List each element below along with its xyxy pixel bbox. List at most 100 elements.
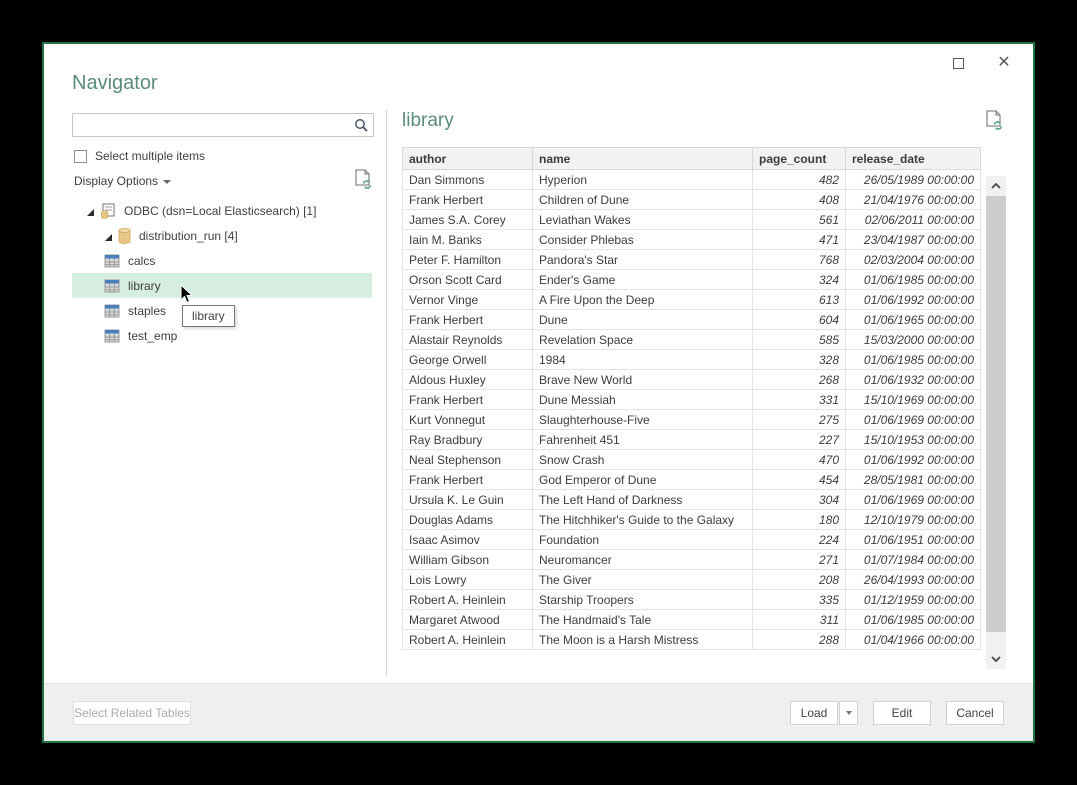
maximize-icon bbox=[953, 58, 964, 69]
table-cell-name: Revelation Space bbox=[533, 330, 753, 350]
table-cell-page_count: 311 bbox=[753, 610, 846, 630]
maximize-button[interactable] bbox=[945, 52, 971, 74]
cancel-button[interactable]: Cancel bbox=[946, 701, 1004, 725]
table-cell-page_count: 180 bbox=[753, 510, 846, 530]
table-cell-name: Consider Phlebas bbox=[533, 230, 753, 250]
navigator-dialog: ✕ Navigator Select multiple items Displa… bbox=[42, 42, 1035, 743]
table-cell-author: Frank Herbert bbox=[403, 190, 533, 210]
search-box bbox=[72, 113, 374, 137]
table-row: Douglas AdamsThe Hitchhiker's Guide to t… bbox=[403, 510, 981, 530]
edit-button[interactable]: Edit bbox=[873, 701, 931, 725]
table-cell-author: Peter F. Hamilton bbox=[403, 250, 533, 270]
table-cell-name: Snow Crash bbox=[533, 450, 753, 470]
table-row: Margaret AtwoodThe Handmaid's Tale31101/… bbox=[403, 610, 981, 630]
column-header-release-date: release_date bbox=[846, 148, 981, 170]
preview-table: author name page_count release_date Dan … bbox=[402, 147, 981, 650]
table-cell-page_count: 227 bbox=[753, 430, 846, 450]
table-cell-author: Ursula K. Le Guin bbox=[403, 490, 533, 510]
preview-table-body: Dan SimmonsHyperion48226/05/1989 00:00:0… bbox=[403, 170, 981, 650]
close-button[interactable]: ✕ bbox=[991, 52, 1017, 74]
table-cell-page_count: 470 bbox=[753, 450, 846, 470]
tree-node-table-calcs[interactable]: calcs bbox=[72, 248, 372, 273]
chevron-down-icon bbox=[163, 180, 171, 184]
load-button[interactable]: Load bbox=[790, 701, 838, 725]
odbc-source-icon bbox=[100, 203, 116, 219]
chevron-down-icon bbox=[846, 711, 852, 715]
table-cell-author: Lois Lowry bbox=[403, 570, 533, 590]
preview-scrollbar[interactable] bbox=[986, 176, 1006, 669]
table-cell-name: Dune bbox=[533, 310, 753, 330]
scroll-down-button[interactable] bbox=[986, 649, 1006, 669]
display-options-dropdown[interactable]: Display Options bbox=[74, 174, 171, 188]
table-cell-page_count: 482 bbox=[753, 170, 846, 190]
tree-node-distribution-run[interactable]: distribution_run [4] bbox=[72, 223, 372, 248]
table-cell-author: Alastair Reynolds bbox=[403, 330, 533, 350]
window-controls: ✕ bbox=[945, 52, 1017, 74]
table-cell-release_date: 15/10/1953 00:00:00 bbox=[846, 430, 981, 450]
table-row: Ray BradburyFahrenheit 45122715/10/1953 … bbox=[403, 430, 981, 450]
table-cell-page_count: 613 bbox=[753, 290, 846, 310]
tree-node-label: ODBC (dsn=Local Elasticsearch) [1] bbox=[124, 204, 316, 218]
table-row: Frank HerbertGod Emperor of Dune45428/05… bbox=[403, 470, 981, 490]
table-row: Neal StephensonSnow Crash47001/06/1992 0… bbox=[403, 450, 981, 470]
table-cell-release_date: 01/04/1966 00:00:00 bbox=[846, 630, 981, 650]
select-multiple-checkbox[interactable] bbox=[74, 150, 87, 163]
tree-node-label: calcs bbox=[128, 254, 155, 268]
footer-bar: Select Related Tables Load Edit Cancel bbox=[44, 683, 1033, 741]
table-cell-author: Frank Herbert bbox=[403, 390, 533, 410]
search-input[interactable] bbox=[73, 118, 349, 132]
table-row: George Orwell198432801/06/1985 00:00:00 bbox=[403, 350, 981, 370]
table-cell-name: Neuromancer bbox=[533, 550, 753, 570]
table-header-row: author name page_count release_date bbox=[403, 148, 981, 170]
table-cell-name: Children of Dune bbox=[533, 190, 753, 210]
select-related-tables-button[interactable]: Select Related Tables bbox=[73, 701, 191, 725]
table-cell-release_date: 26/05/1989 00:00:00 bbox=[846, 170, 981, 190]
select-multiple-row: Select multiple items bbox=[74, 149, 205, 163]
refresh-preview-icon[interactable] bbox=[986, 110, 1003, 136]
scroll-up-button[interactable] bbox=[986, 176, 1006, 196]
table-row: Robert A. HeinleinStarship Troopers33501… bbox=[403, 590, 981, 610]
table-cell-name: Foundation bbox=[533, 530, 753, 550]
refresh-preview-icon[interactable] bbox=[355, 169, 372, 195]
table-cell-author: Dan Simmons bbox=[403, 170, 533, 190]
tree-node-table-library[interactable]: library bbox=[72, 273, 372, 298]
scrollbar-thumb[interactable] bbox=[986, 196, 1006, 632]
table-cell-page_count: 585 bbox=[753, 330, 846, 350]
table-cell-name: The Handmaid's Tale bbox=[533, 610, 753, 630]
table-cell-release_date: 15/10/1969 00:00:00 bbox=[846, 390, 981, 410]
expander-expanded-icon[interactable] bbox=[86, 206, 95, 215]
preview-title: library bbox=[402, 110, 454, 132]
database-icon bbox=[118, 228, 131, 244]
table-cell-author: Robert A. Heinlein bbox=[403, 630, 533, 650]
table-cell-page_count: 324 bbox=[753, 270, 846, 290]
expander-expanded-icon[interactable] bbox=[104, 231, 113, 240]
table-icon bbox=[104, 279, 120, 293]
table-cell-author: Vernor Vinge bbox=[403, 290, 533, 310]
tree-node-odbc-source[interactable]: ODBC (dsn=Local Elasticsearch) [1] bbox=[72, 198, 372, 223]
table-cell-page_count: 288 bbox=[753, 630, 846, 650]
table-row: Orson Scott CardEnder's Game32401/06/198… bbox=[403, 270, 981, 290]
table-cell-author: James S.A. Corey bbox=[403, 210, 533, 230]
search-icon[interactable] bbox=[349, 118, 373, 132]
table-cell-author: Kurt Vonnegut bbox=[403, 410, 533, 430]
table-cell-author: Frank Herbert bbox=[403, 310, 533, 330]
table-cell-release_date: 01/06/1965 00:00:00 bbox=[846, 310, 981, 330]
table-row: Kurt VonnegutSlaughterhouse-Five27501/06… bbox=[403, 410, 981, 430]
table-cell-release_date: 23/04/1987 00:00:00 bbox=[846, 230, 981, 250]
table-cell-name: Leviathan Wakes bbox=[533, 210, 753, 230]
table-cell-page_count: 208 bbox=[753, 570, 846, 590]
table-cell-author: Iain M. Banks bbox=[403, 230, 533, 250]
chevron-up-icon bbox=[991, 183, 1001, 189]
tree-node-label: staples bbox=[128, 304, 166, 318]
table-row: Ursula K. Le GuinThe Left Hand of Darkne… bbox=[403, 490, 981, 510]
table-cell-release_date: 01/06/1985 00:00:00 bbox=[846, 350, 981, 370]
table-cell-release_date: 01/06/1951 00:00:00 bbox=[846, 530, 981, 550]
table-cell-name: 1984 bbox=[533, 350, 753, 370]
table-cell-release_date: 01/12/1959 00:00:00 bbox=[846, 590, 981, 610]
chevron-down-icon bbox=[991, 656, 1001, 662]
table-cell-page_count: 275 bbox=[753, 410, 846, 430]
table-cell-name: The Giver bbox=[533, 570, 753, 590]
table-cell-page_count: 454 bbox=[753, 470, 846, 490]
load-dropdown-button[interactable] bbox=[839, 701, 858, 725]
table-cell-author: Douglas Adams bbox=[403, 510, 533, 530]
